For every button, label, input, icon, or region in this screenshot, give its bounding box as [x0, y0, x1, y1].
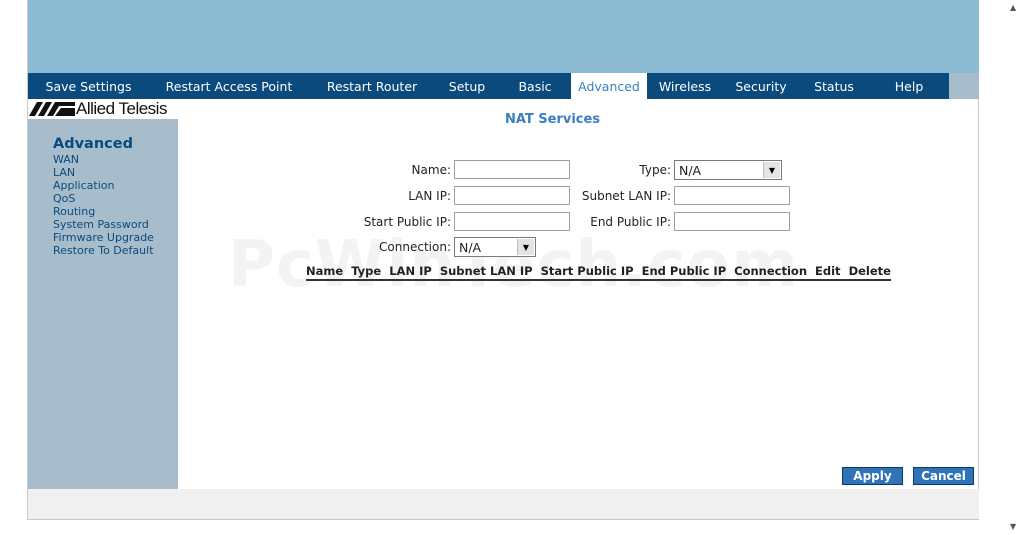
column-header-subnet-lan-ip: Subnet LAN IP — [439, 264, 533, 278]
start-public-ip-label: Start Public IP: — [363, 215, 451, 229]
sidebar-item-qos[interactable]: QoS — [53, 192, 154, 205]
type-select[interactable]: N/A ▼ — [674, 160, 782, 180]
type-label: Type: — [639, 163, 671, 177]
brand-logo: Allied Telesis — [28, 99, 178, 119]
sidebar-item-routing[interactable]: Routing — [53, 205, 154, 218]
apply-button[interactable]: Apply — [842, 467, 903, 485]
column-header-end-public-ip: End Public IP — [641, 264, 727, 278]
sidebar-item-application[interactable]: Application — [53, 179, 154, 192]
column-header-type: Type — [351, 264, 382, 278]
top-navbar: Save Settings Restart Access Point Restart… — [28, 73, 949, 99]
column-header-start-public-ip: Start Public IP — [540, 264, 634, 278]
sidebar-item-wan[interactable]: WAN — [53, 153, 154, 166]
allied-telesis-logo-icon — [29, 102, 75, 116]
sidebar: Advanced WAN LAN Application QoS Routing… — [28, 119, 178, 489]
column-header-edit: Edit — [815, 264, 841, 278]
name-label: Name: — [411, 163, 451, 177]
scroll-down-icon[interactable]: ▼ — [1010, 522, 1016, 531]
sidebar-item-restore-to-default[interactable]: Restore To Default — [53, 244, 154, 257]
connection-select[interactable]: N/A ▼ — [454, 237, 536, 257]
end-public-ip-label: End Public IP: — [590, 215, 671, 229]
connection-label: Connection: — [379, 240, 451, 254]
nav-item-security[interactable]: Security — [723, 73, 799, 99]
subnet-lan-ip-input[interactable] — [674, 186, 790, 205]
column-header-delete: Delete — [848, 264, 891, 278]
connection-select-value: N/A — [459, 239, 482, 255]
nav-item-setup[interactable]: Setup — [435, 73, 499, 99]
footer-band — [28, 489, 979, 519]
nat-table-header: Name Type LAN IP Subnet LAN IP Start Pub… — [306, 264, 891, 281]
brand-name: Allied Telesis — [76, 99, 167, 118]
navbar-tail — [949, 73, 979, 99]
nav-item-help[interactable]: Help — [869, 73, 949, 99]
nav-item-restart-access-point[interactable]: Restart Access Point — [149, 73, 309, 99]
router-frame: Save Settings Restart Access Point Restart… — [27, 0, 979, 520]
scroll-up-icon[interactable]: ▲ — [1010, 3, 1016, 12]
column-header-connection: Connection — [734, 264, 808, 278]
type-select-value: N/A — [679, 162, 702, 178]
nav-item-advanced[interactable]: Advanced — [571, 73, 647, 99]
nav-item-save-settings[interactable]: Save Settings — [28, 73, 149, 99]
sidebar-title: Advanced — [53, 136, 133, 152]
vertical-scrollbar[interactable]: ▲ ▼ — [1006, 0, 1022, 535]
lan-ip-label: LAN IP: — [408, 189, 451, 203]
sidebar-item-lan[interactable]: LAN — [53, 166, 154, 179]
lan-ip-input[interactable] — [454, 186, 570, 205]
sidebar-item-system-password[interactable]: System Password — [53, 218, 154, 231]
chevron-down-icon: ▼ — [763, 162, 780, 178]
sidebar-item-firmware-upgrade[interactable]: Firmware Upgrade — [53, 231, 154, 244]
header-banner — [28, 0, 979, 73]
column-header-name: Name — [306, 264, 344, 278]
nav-item-status[interactable]: Status — [799, 73, 869, 99]
name-input[interactable] — [454, 160, 570, 179]
start-public-ip-input[interactable] — [454, 212, 570, 231]
subnet-lan-ip-label: Subnet LAN IP: — [581, 189, 671, 203]
nav-item-restart-router[interactable]: Restart Router — [309, 73, 435, 99]
chevron-down-icon: ▼ — [517, 239, 534, 255]
nav-item-wireless[interactable]: Wireless — [647, 73, 723, 99]
cancel-button[interactable]: Cancel — [913, 467, 974, 485]
end-public-ip-input[interactable] — [674, 212, 790, 231]
sidebar-menu: WAN LAN Application QoS Routing System P… — [53, 153, 154, 257]
page-title: NAT Services — [504, 112, 601, 127]
column-header-lan-ip: LAN IP — [389, 264, 432, 278]
nav-item-basic[interactable]: Basic — [499, 73, 571, 99]
